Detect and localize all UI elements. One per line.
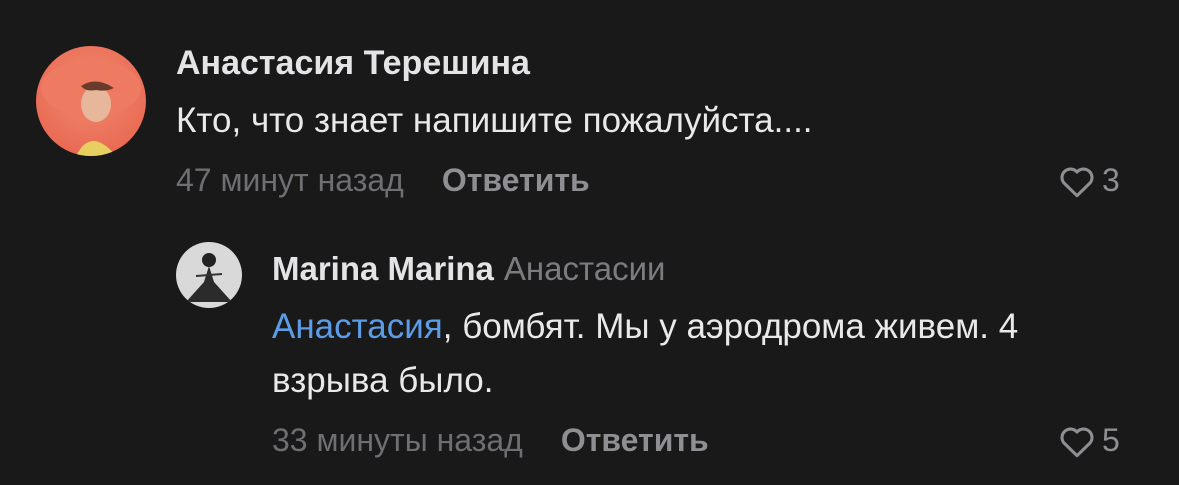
heart-icon <box>1060 166 1094 197</box>
comment-author[interactable]: Анастасия Терешина <box>176 44 530 83</box>
like-button[interactable]: 3 <box>1058 162 1120 199</box>
comment-text: Кто, что знает напишите пожалуйста.... <box>176 101 813 140</box>
comment-meta: 47 минут назад Ответить <box>176 162 590 199</box>
comment-author: Marina Marina Анастасии <box>272 250 665 288</box>
avatar[interactable] <box>176 242 242 308</box>
like-count: 3 <box>1102 162 1120 198</box>
like-count: 5 <box>1102 422 1120 458</box>
reply-button[interactable]: Ответить <box>442 162 590 198</box>
reply-button[interactable]: Ответить <box>561 422 709 458</box>
avatar[interactable] <box>36 46 146 156</box>
mention-link[interactable]: Анастасия <box>272 307 443 346</box>
reply-to-label[interactable]: Анастасии <box>504 250 666 287</box>
comments-thread: Анастасия Терешина Кто, что знает напиши… <box>0 0 1179 485</box>
heart-icon <box>1060 426 1094 457</box>
comment-text: Анастасия, бомбят. Мы у аэродрома живем.… <box>272 300 1032 408</box>
comment-timestamp: 47 минут назад <box>176 162 404 198</box>
like-button[interactable]: 5 <box>1058 422 1120 459</box>
comment-author-name[interactable]: Marina Marina <box>272 250 494 287</box>
comment-timestamp: 33 минуты назад <box>272 422 523 458</box>
comment-meta: 33 минуты назад Ответить <box>272 422 709 459</box>
